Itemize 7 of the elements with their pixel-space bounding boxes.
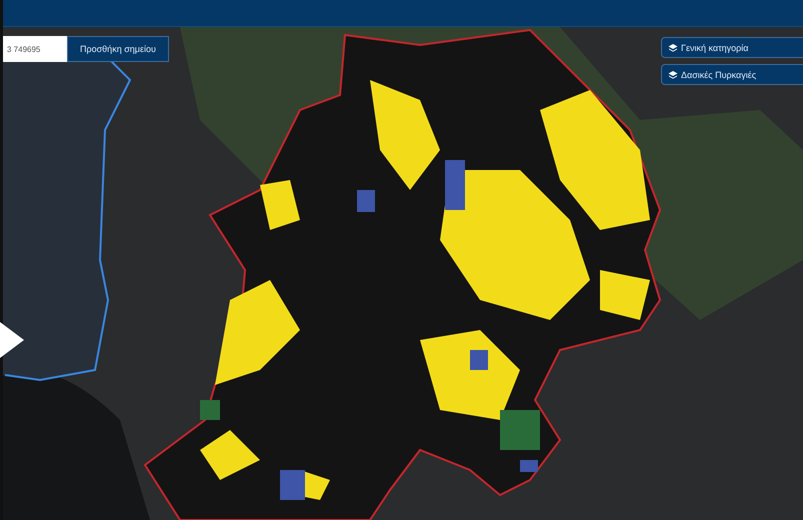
play-icon[interactable] [0,322,24,358]
add-point-button[interactable]: Προσθήκη σημείου [67,36,169,62]
layer-button[interactable]: Δασικές Πυρκαγιές [661,64,803,85]
layers-icon [668,70,678,80]
coordinate-input[interactable]: 3 749695 [3,36,67,62]
layers-icon [668,42,678,52]
layer-button[interactable]: Γενική κατηγορία [661,37,803,58]
